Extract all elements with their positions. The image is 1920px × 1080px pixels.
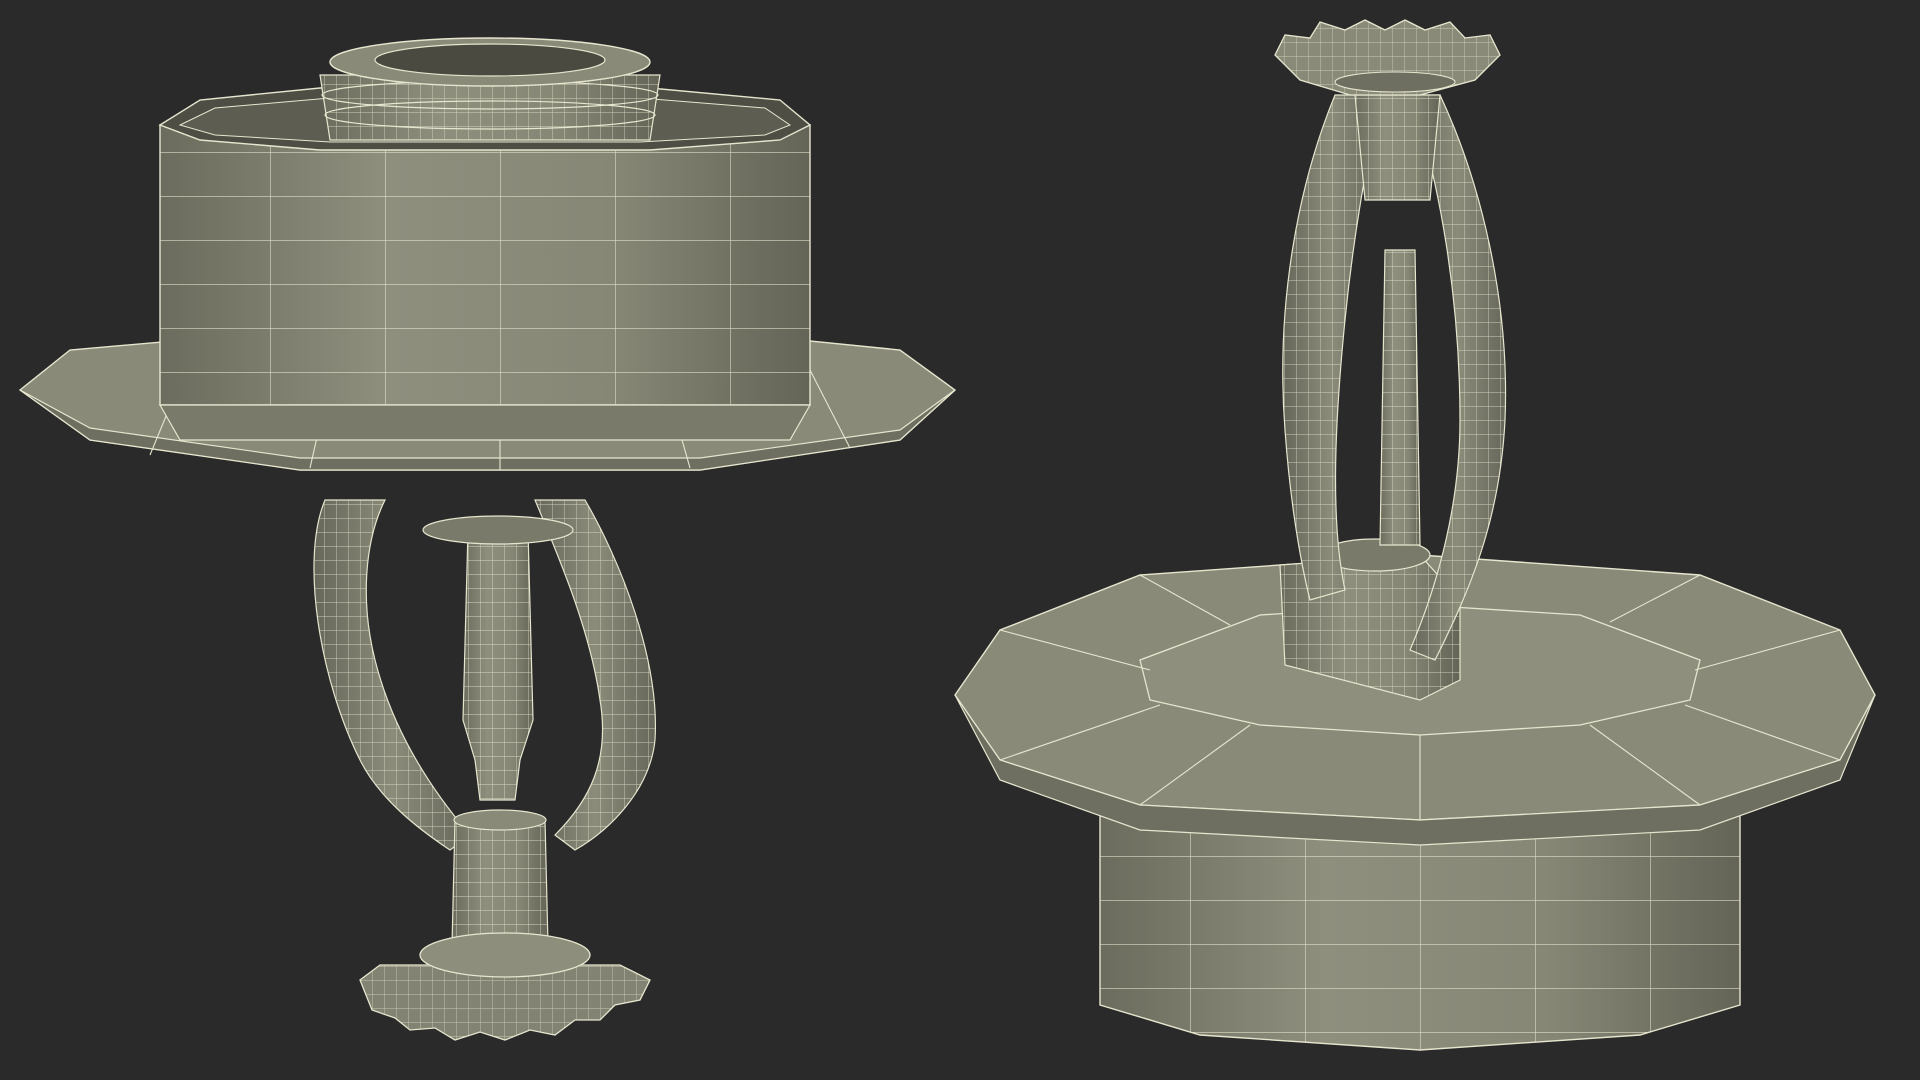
threaded-inlet [319,37,661,141]
wireframe-render [18,19,1876,1051]
lower-hub [451,809,549,946]
cup-body [158,87,812,441]
central-strut-upright [1379,249,1421,546]
deflector-neck [1354,94,1441,201]
sprinkler-upright [954,19,1876,1051]
deflector-top [1274,19,1501,96]
render-viewport [0,0,1920,1080]
deflector-bottom [359,932,651,1041]
sprinkler-pendent [18,37,957,1041]
central-strut [422,515,574,801]
frame-arm-left [313,499,471,851]
frame-arm-right [534,499,657,851]
